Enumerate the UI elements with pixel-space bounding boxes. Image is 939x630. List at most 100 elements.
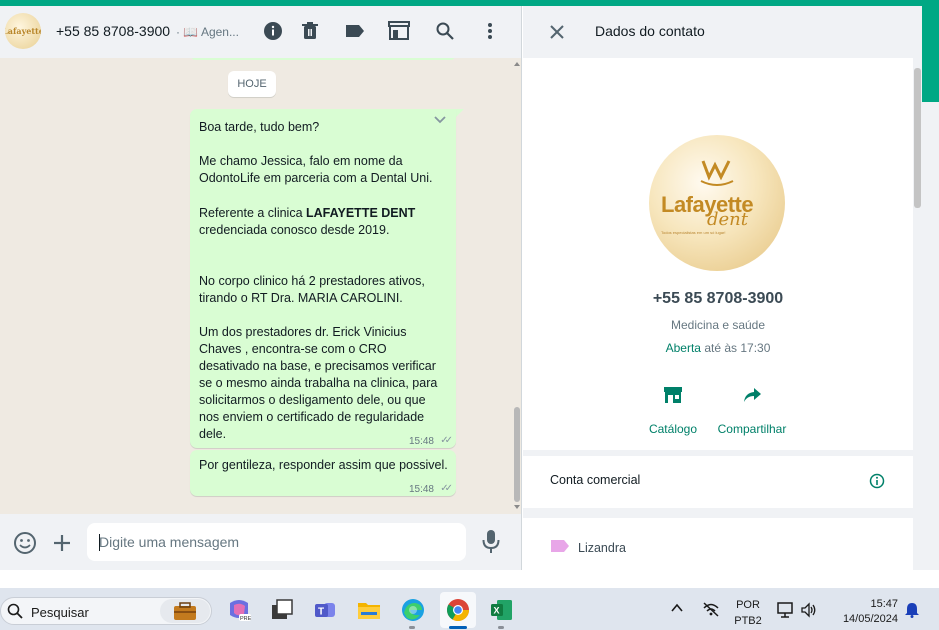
windows-taskbar: Pesquisar PRE T X POR PTB2 15:47 14/05/202…: [0, 588, 939, 630]
hours-closing-time: até às 17:30: [700, 341, 771, 355]
language-code: POR: [736, 599, 760, 611]
contact-profile-photo[interactable]: Lafayette dent Todos especialistas em um…: [649, 135, 785, 271]
message-bubble[interactable]: Boa tarde, tudo bem? Me chamo Jessica, f…: [190, 109, 456, 448]
scroll-down-arrow[interactable]: [514, 505, 520, 509]
message-line: solicitarmos o desligamento dele, ou que: [199, 393, 426, 407]
volume-icon[interactable]: [801, 602, 817, 618]
chrome-active-indicator: [449, 626, 467, 629]
close-icon[interactable]: [549, 24, 565, 40]
message-line: Por gentileza, responder assim que possi…: [199, 458, 448, 472]
teams-icon[interactable]: T: [312, 597, 338, 623]
chevron-down-icon[interactable]: [433, 115, 447, 125]
catalog-label: Catálogo: [648, 422, 698, 436]
chevron-up-icon[interactable]: [670, 602, 684, 614]
message-line-bold: Referente a clinica LAFAYETTE DENT: [199, 205, 415, 222]
date-chip: HOJE: [228, 71, 276, 97]
label-name: Lizandra: [578, 541, 626, 555]
catalog-button[interactable]: Catálogo: [628, 380, 718, 440]
excel-running-indicator: [498, 626, 504, 629]
chat-messages-area[interactable]: HOJE Boa tarde, tudo bem? Me chamo Jessi…: [0, 58, 522, 514]
logo-tagline: Todos especialistas em um só lugar!: [661, 230, 726, 235]
clock-date: 14/05/2024: [842, 613, 898, 625]
keyboard-language[interactable]: POR PTB2: [733, 597, 763, 629]
chat-scroll-thumb[interactable]: [514, 407, 520, 502]
contact-info-title: Dados do contato: [595, 23, 705, 39]
chat-header[interactable]: Lafayette +55 85 8708-3900 · 📖 Agen...: [0, 6, 522, 58]
read-check-icon: ✓✓: [440, 483, 453, 494]
task-view-icon[interactable]: [269, 597, 295, 623]
whatsapp-window: Lafayette +55 85 8708-3900 · 📖 Agen... H…: [0, 0, 939, 630]
info-panel-scrollbar[interactable]: [913, 58, 922, 570]
contact-category: Medicina e saúde: [670, 318, 766, 332]
contact-profile-card: Lafayette dent Todos especialistas em um…: [523, 58, 913, 450]
taskbar-clock[interactable]: 15:47 14/05/2024: [830, 597, 898, 627]
search-icon[interactable]: [434, 20, 456, 42]
search-highlight: [160, 599, 210, 623]
contact-labels-section[interactable]: Lizandra: [523, 518, 913, 570]
message-line: No corpo clinico há 2 prestadores ativos…: [199, 274, 425, 288]
storefront-icon: [664, 387, 682, 403]
clock-time: 15:47: [870, 598, 898, 610]
message-line: Boa tarde, tudo bem?: [199, 120, 320, 134]
contact-hours: Aberta até às 17:30: [523, 341, 913, 355]
bubble-tail: [456, 109, 464, 117]
file-explorer-icon[interactable]: [356, 597, 382, 623]
text-caret: [99, 534, 100, 551]
attach-plus-icon[interactable]: [50, 531, 74, 555]
network-offline-icon[interactable]: [702, 601, 720, 617]
catalog-icon[interactable]: [388, 20, 410, 42]
edge-running-indicator: [409, 626, 415, 629]
message-line: desativado na base, e precisamos verific…: [199, 359, 436, 373]
info-scroll-thumb[interactable]: [914, 68, 921, 208]
avatar-text: Lafayette: [5, 26, 41, 36]
taskbar-search-label: Pesquisar: [31, 605, 89, 620]
briefcase-icon: [174, 602, 196, 620]
message-bubble[interactable]: Por gentileza, responder assim que possi…: [190, 450, 456, 496]
tooth-logo-icon: [700, 160, 734, 186]
contact-phone-number: +55 85 8708-3900: [652, 290, 784, 307]
emoji-icon[interactable]: [13, 531, 37, 555]
info-icon[interactable]: [262, 20, 284, 42]
chat-scrollbar[interactable]: [512, 62, 522, 512]
edge-icon[interactable]: [400, 597, 426, 623]
microphone-icon[interactable]: [481, 529, 501, 555]
chat-subtitle[interactable]: · 📖 Agen...: [176, 25, 239, 39]
bold-clinic-name: LAFAYETTE DENT: [306, 206, 416, 220]
search-icon: [7, 603, 23, 619]
chrome-icon[interactable]: [445, 597, 471, 623]
message-line: credenciada conosco desde 2019.: [199, 223, 390, 237]
trash-icon[interactable]: [299, 20, 321, 42]
message-line: Chaves , encontra-se com o CRO: [199, 342, 387, 356]
chat-title[interactable]: +55 85 8708-3900: [56, 23, 170, 39]
message-line: dele.: [199, 427, 227, 441]
scroll-up-arrow[interactable]: [514, 62, 520, 66]
message-text: Referente a clinica: [199, 206, 307, 220]
business-account-label: Conta comercial: [550, 473, 641, 487]
message-line: tirando o RT Dra. MARIA CAROLINI.: [199, 291, 403, 305]
svg-text:PRE: PRE: [240, 616, 252, 622]
menu-icon[interactable]: [479, 20, 501, 42]
display-icon[interactable]: [777, 602, 795, 618]
label-icon[interactable]: [344, 20, 366, 42]
hours-open-status: Aberta: [665, 341, 701, 355]
notification-bell-icon[interactable]: [904, 602, 920, 618]
read-check-icon: ✓✓: [440, 435, 453, 446]
keyboard-layout-code: PTB2: [734, 615, 762, 627]
logo-script: dent: [707, 209, 749, 230]
share-button[interactable]: Compartilhar: [707, 380, 797, 440]
share-label: Compartilhar: [717, 422, 787, 436]
info-circle-icon[interactable]: [869, 473, 885, 489]
excel-icon[interactable]: X: [488, 597, 514, 623]
taskbar-search-box[interactable]: Pesquisar: [0, 597, 212, 625]
previous-message-bubble: [190, 58, 456, 60]
business-account-section[interactable]: Conta comercial: [523, 456, 913, 508]
message-time: 15:48: [408, 436, 434, 447]
copilot-icon[interactable]: PRE: [226, 597, 252, 623]
message-line: Um dos prestadores dr. Erick Vinicius: [199, 325, 407, 339]
svg-text:T: T: [318, 607, 324, 618]
message-line: OdontoLife em parceria com a Dental Uni.: [199, 171, 433, 185]
contact-info-header: Dados do contato: [523, 6, 922, 58]
chat-avatar[interactable]: Lafayette: [5, 13, 41, 49]
message-input[interactable]: [87, 523, 466, 561]
message-time: 15:48: [408, 484, 434, 495]
